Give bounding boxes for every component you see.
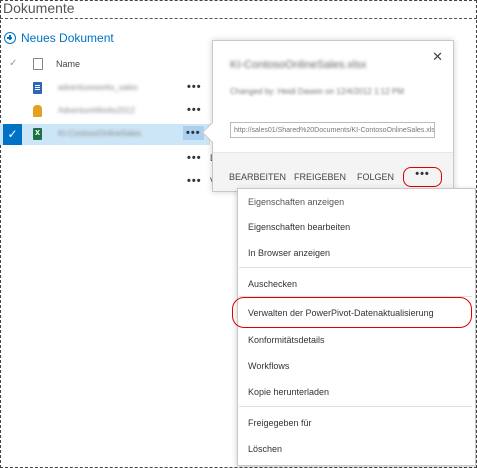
callout-file-name[interactable]: KI-ContosoOnlineSales.xlsx [230,59,366,71]
page-title: Dokumente [3,0,75,16]
table-row[interactable]: AdventureWorks2012 ••• [0,101,230,122]
more-actions-button[interactable]: ••• [403,167,442,187]
row-menu-button[interactable]: ••• [187,81,202,93]
menu-divider [239,267,472,268]
menu-item-check-out[interactable]: Auschecken [248,279,297,289]
new-document-button[interactable]: Neues Dokument [4,31,114,45]
row-checkbox-checked[interactable]: ✓ [3,124,22,145]
new-document-label: Neues Dokument [21,31,114,45]
menu-item-edit-properties[interactable]: Eigenschaften bearbeiten [248,222,350,232]
document-file-icon [33,82,42,94]
edit-button[interactable]: BEARBEITEN [229,172,286,182]
menu-divider [239,406,472,407]
list-header: ✓ Name [0,57,230,73]
document-callout: ✕ KI-ContosoOnlineSales.xlsx Changed by:… [201,40,454,192]
table-row[interactable]: ••• V [0,172,230,193]
menu-item-shared-with[interactable]: Freigegeben für [248,418,312,428]
context-menu: Eigenschaften anzeigen Eigenschaften bea… [232,188,476,466]
row-checkbox[interactable] [3,78,22,99]
row-menu-button[interactable]: ••• [183,126,204,140]
document-type-icon [33,58,43,70]
file-name-link[interactable]: AdventureWorks2012 [58,106,135,115]
title-divider [0,18,477,19]
row-menu-button[interactable]: ••• [187,152,202,164]
add-circle-icon [4,32,16,44]
row-checkbox[interactable] [3,101,22,122]
share-button[interactable]: FREIGEBEN [294,172,346,182]
excel-file-icon [33,127,42,140]
file-name-link[interactable]: adventureworks_sales [58,83,138,92]
callout-actions: BEARBEITEN FREIGEBEN FOLGEN ••• [213,152,453,191]
document-url-field[interactable]: http://sales01/Shared%20Documents/KI-Con… [230,122,435,138]
table-row[interactable]: adventureworks_sales ••• [0,78,230,99]
select-all-check-icon[interactable]: ✓ [9,58,17,69]
row-menu-button[interactable]: ••• [187,104,202,116]
menu-item-download-copy[interactable]: Kopie herunterladen [248,387,329,397]
table-row[interactable]: ••• D [0,149,230,170]
menu-item-view-properties[interactable]: Eigenschaften anzeigen [248,197,344,207]
menu-item-open-in-browser[interactable]: In Browser anzeigen [248,248,330,258]
column-header-name[interactable]: Name [56,59,80,69]
follow-button[interactable]: FOLGEN [357,172,394,182]
menu-item-workflows[interactable]: Workflows [248,361,289,371]
menu-item-compliance-details[interactable]: Konformitätsdetails [248,335,325,345]
callout-changed-info: Changed by: Heidi Dasein on 12/4/2012 1:… [230,87,404,96]
powerpivot-file-icon [33,105,42,117]
file-name-link[interactable]: KI-ContosoOnlineSales [58,129,141,138]
menu-item-delete[interactable]: Löschen [248,444,282,454]
menu-item-manage-powerpivot-refresh[interactable]: Verwalten der PowerPivot-Datenaktualisie… [248,308,434,318]
close-icon[interactable]: ✕ [432,49,443,65]
table-row-selected[interactable]: ✓ KI-ContosoOnlineSales ••• [0,124,210,145]
row-menu-button[interactable]: ••• [187,175,202,187]
